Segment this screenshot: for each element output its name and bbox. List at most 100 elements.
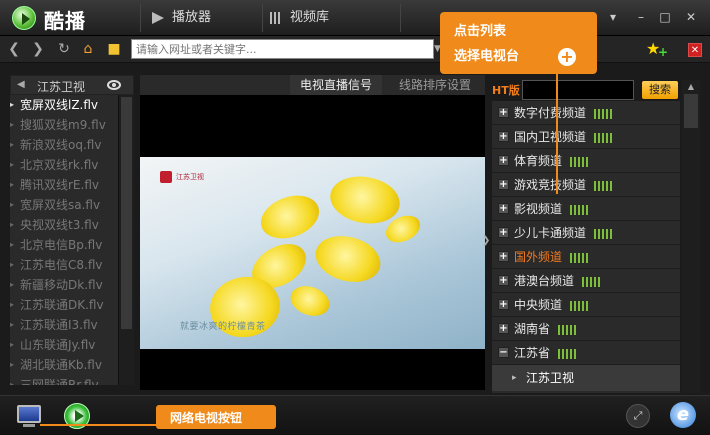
app-name: 酷播 <box>44 9 86 33</box>
stream-source-item[interactable]: 江苏联通DK.flv <box>10 295 118 315</box>
channel-category[interactable]: + 少儿卡通频道 <box>492 221 680 245</box>
expand-icon[interactable]: + <box>498 155 509 166</box>
close-panel-icon[interactable]: ✕ <box>688 43 702 57</box>
play-triangle-icon <box>152 12 164 24</box>
stream-source-item[interactable]: 宽屏双线lZ.flv <box>10 95 118 115</box>
stream-source-item[interactable]: 央视双线t3.flv <box>10 215 118 235</box>
channel-search-input[interactable] <box>522 80 634 100</box>
channel-category[interactable]: + 国内卫视频道 <box>492 125 680 149</box>
search-button[interactable]: 搜索 <box>642 81 678 99</box>
channel-category-label: 江苏省 <box>514 346 551 360</box>
stream-source-item[interactable]: 江苏电信C8.flv <box>10 255 118 275</box>
callout-pointer-line <box>40 424 158 426</box>
expand-icon[interactable]: + <box>498 323 509 334</box>
left-panel-title: 江苏卫视 <box>37 80 86 94</box>
stream-source-item[interactable]: 腾讯双线rE.flv <box>10 175 118 195</box>
channel-category-label: 游戏竞技频道 <box>514 178 587 192</box>
channel-category[interactable]: + 影视频道 <box>492 197 680 221</box>
expand-icon[interactable]: + <box>498 299 509 310</box>
back-icon[interactable]: ❮ <box>6 41 22 57</box>
callout-bottom-text: 网络电视按钮 <box>170 411 243 425</box>
minimize-icon[interactable]: – <box>634 10 648 24</box>
refresh-icon[interactable]: ↻ <box>56 41 72 57</box>
callout-web-tv-button: 网络电视按钮 <box>156 405 276 429</box>
video-player[interactable]: 江苏卫视 就要冰爽的柠檬青茶 <box>140 95 485 390</box>
stream-source-item[interactable]: 北京电信Bp.flv <box>10 235 118 255</box>
channel-category-label: 湖南省 <box>514 322 551 336</box>
channel-category[interactable]: + 游戏竞技频道 <box>492 173 680 197</box>
lemon-slice <box>310 229 386 289</box>
channel-category[interactable]: + 数字付费频道 <box>492 101 680 125</box>
fullscreen-icon[interactable]: ⤢ <box>626 404 650 428</box>
expand-icon[interactable]: + <box>498 227 509 238</box>
url-input[interactable] <box>131 39 434 59</box>
stream-source-item[interactable]: 宽屏双线sa.flv <box>10 195 118 215</box>
stream-source-item[interactable]: 江苏联通I3.flv <box>10 315 118 335</box>
tab-library-label: 视频库 <box>290 10 330 25</box>
channel-category-label: 少儿卡通频道 <box>514 226 587 240</box>
channel-category[interactable]: + 体育频道 <box>492 149 680 173</box>
right-scrollbar-thumb[interactable] <box>684 94 698 128</box>
scroll-up-icon[interactable]: ▲ <box>684 82 698 94</box>
expand-icon[interactable]: + <box>498 131 509 142</box>
tab-route-sorting[interactable]: 线路排序设置 <box>390 75 480 95</box>
channel-category[interactable]: + 中央频道 <box>492 293 680 317</box>
home-icon[interactable]: ⌂ <box>80 41 96 57</box>
channel-sub-item[interactable]: 江苏卫视 <box>492 365 680 391</box>
eye-icon[interactable] <box>107 80 121 90</box>
channel-category[interactable]: + 港澳台频道 <box>492 269 680 293</box>
center-tabs: 电视直播信号 线路排序设置 <box>140 75 485 95</box>
collapse-left-icon[interactable]: ◀ <box>17 79 25 90</box>
stream-source-item[interactable]: 搜狐双线m9.flv <box>10 115 118 135</box>
signal-strength-icon <box>594 132 615 143</box>
channel-category[interactable]: + 湖南省 <box>492 317 680 341</box>
stream-source-list: 宽屏双线lZ.flv搜狐双线m9.flv新浪双线oq.flv北京双线rk.flv… <box>10 95 118 385</box>
title-bar: 酷播 播放器 视频库 ▾ – □ ✕ <box>0 0 710 36</box>
callout-line-1: 点击列表 <box>454 24 507 39</box>
tab-live-signal[interactable]: 电视直播信号 <box>290 75 382 95</box>
ht-version-label: HT版 <box>492 84 520 97</box>
collapse-icon[interactable]: − <box>498 347 509 358</box>
signal-strength-icon <box>570 204 591 215</box>
stream-source-item[interactable]: 北京双线rk.flv <box>10 155 118 175</box>
forward-icon[interactable]: ❯ <box>30 41 46 57</box>
maximize-icon[interactable]: □ <box>658 10 672 24</box>
stream-source-item[interactable]: 湖北联通Kb.flv <box>10 355 118 375</box>
close-window-icon[interactable]: ✕ <box>684 10 698 24</box>
left-scrollbar-thumb[interactable] <box>121 97 132 329</box>
channel-category[interactable]: + 国外频道 <box>492 245 680 269</box>
channel-category[interactable]: − 江苏省 <box>492 341 680 365</box>
signal-strength-icon <box>570 156 591 167</box>
stream-source-item[interactable]: 三网联通Rr.flv <box>10 375 118 385</box>
folder-icon[interactable]: ■ <box>106 41 122 57</box>
tab-video-library[interactable]: 视频库 <box>270 0 400 36</box>
monitor-icon[interactable] <box>17 405 41 427</box>
internet-explorer-icon[interactable]: e <box>670 402 696 428</box>
lemon-slice <box>286 281 334 321</box>
signal-strength-icon <box>594 108 615 119</box>
expand-icon[interactable]: + <box>498 179 509 190</box>
expand-icon[interactable]: + <box>498 251 509 262</box>
expand-icon[interactable]: + <box>498 107 509 118</box>
lemon-slice <box>254 187 326 247</box>
plus-circle-icon: + <box>558 48 576 66</box>
callout-select-channel: 点击列表 选择电视台 + <box>440 12 597 74</box>
tab-player[interactable]: 播放器 <box>152 0 262 36</box>
signal-strength-icon <box>558 348 579 359</box>
expand-icon[interactable]: + <box>498 275 509 286</box>
expand-icon[interactable]: + <box>498 203 509 214</box>
right-scrollbar[interactable]: ▲ <box>682 80 700 393</box>
stream-source-item[interactable]: 山东联通Jy.flv <box>10 335 118 355</box>
signal-strength-icon <box>594 180 615 191</box>
stream-source-item[interactable]: 新疆移动Dk.flv <box>10 275 118 295</box>
app-logo-icon <box>12 6 36 30</box>
callout-pointer-line <box>556 74 558 194</box>
video-caption: 就要冰爽的柠檬青茶 <box>180 322 266 332</box>
expand-right-icon[interactable]: ❯ <box>482 235 490 246</box>
stream-source-item[interactable]: 新浪双线oq.flv <box>10 135 118 155</box>
left-scrollbar[interactable] <box>118 95 134 385</box>
dropdown-menu-icon[interactable]: ▾ <box>606 10 620 24</box>
channel-category-label: 国外频道 <box>514 250 563 264</box>
channel-logo-icon <box>160 171 172 183</box>
bottom-bar: ⤢ e <box>0 395 710 435</box>
